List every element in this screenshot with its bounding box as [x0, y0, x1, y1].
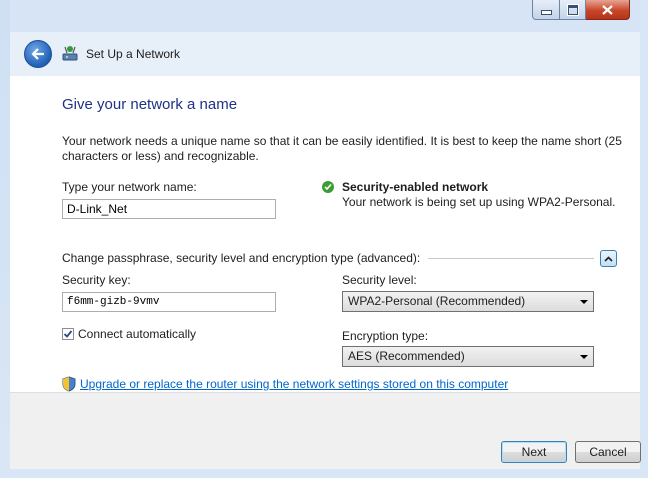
wizard-footer: Next Cancel — [10, 392, 641, 469]
connect-automatically-label[interactable]: Connect automatically — [78, 327, 196, 341]
close-button[interactable] — [586, 0, 630, 20]
cancel-button[interactable]: Cancel — [575, 441, 641, 463]
collapse-advanced-button[interactable] — [600, 250, 617, 267]
window-frame-left — [0, 0, 10, 478]
dropdown-arrow-icon — [580, 355, 588, 359]
minimize-button[interactable] — [532, 0, 560, 20]
connect-automatically-checkbox[interactable] — [62, 328, 74, 340]
security-key-input[interactable] — [62, 292, 276, 312]
maximize-button[interactable] — [560, 0, 586, 20]
minimize-icon — [540, 10, 552, 15]
chevron-up-icon — [604, 255, 613, 262]
next-button[interactable]: Next — [501, 441, 567, 463]
checkmark-icon — [63, 330, 73, 338]
back-arrow-icon — [31, 48, 44, 60]
upgrade-router-link[interactable]: Upgrade or replace the router using the … — [80, 377, 508, 391]
window-frame-right — [640, 0, 648, 478]
network-setup-icon — [60, 44, 80, 64]
encryption-type-select[interactable]: AES (Recommended) — [342, 346, 594, 367]
security-check-icon — [322, 181, 334, 193]
security-level-label: Security level: — [342, 273, 417, 287]
wizard-content: Give your network a name Your network ne… — [10, 76, 640, 392]
page-title: Give your network a name — [62, 96, 238, 113]
back-button[interactable] — [24, 40, 52, 68]
maximize-icon — [567, 4, 578, 15]
setup-network-window: Set Up a Network Give your network a nam… — [0, 0, 648, 478]
dropdown-arrow-icon — [580, 300, 588, 304]
network-name-label: Type your network name: — [62, 180, 197, 194]
encryption-type-label: Encryption type: — [342, 329, 429, 343]
security-status-description: Your network is being set up using WPA2-… — [342, 195, 616, 209]
security-level-value: WPA2-Personal (Recommended) — [348, 294, 526, 308]
window-title: Set Up a Network — [86, 47, 181, 61]
title-bar[interactable] — [10, 0, 640, 32]
security-status-title: Security-enabled network — [342, 180, 489, 194]
network-name-input[interactable] — [62, 199, 276, 219]
intro-text: Your network needs a unique name so that… — [62, 134, 622, 163]
close-icon — [602, 4, 613, 15]
security-level-select[interactable]: WPA2-Personal (Recommended) — [342, 291, 594, 312]
advanced-section-label: Change passphrase, security level and en… — [62, 251, 421, 265]
security-key-label: Security key: — [62, 273, 131, 287]
window-frame-bottom — [0, 468, 648, 478]
encryption-type-value: AES (Recommended) — [348, 349, 465, 363]
shield-icon — [62, 376, 76, 392]
advanced-separator — [428, 258, 594, 259]
caption-buttons — [532, 0, 630, 20]
navigation-bar: Set Up a Network — [10, 32, 640, 76]
